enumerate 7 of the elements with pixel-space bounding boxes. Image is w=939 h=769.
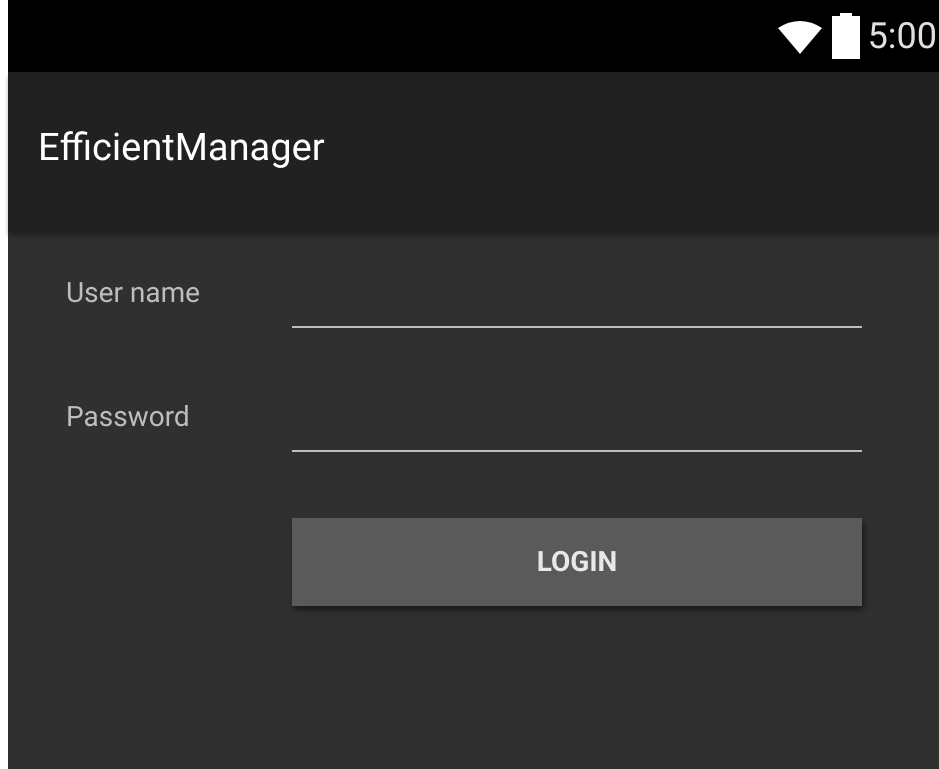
- field-label: User name: [65, 275, 201, 311]
- battery-icon: [832, 13, 860, 59]
- field-label: Password: [65, 399, 191, 435]
- login-button[interactable]: LOGIN: [292, 518, 862, 606]
- status-time: 5:00: [868, 14, 937, 59]
- app-title: EfficientManager: [38, 124, 325, 172]
- wifi-icon: [776, 18, 824, 54]
